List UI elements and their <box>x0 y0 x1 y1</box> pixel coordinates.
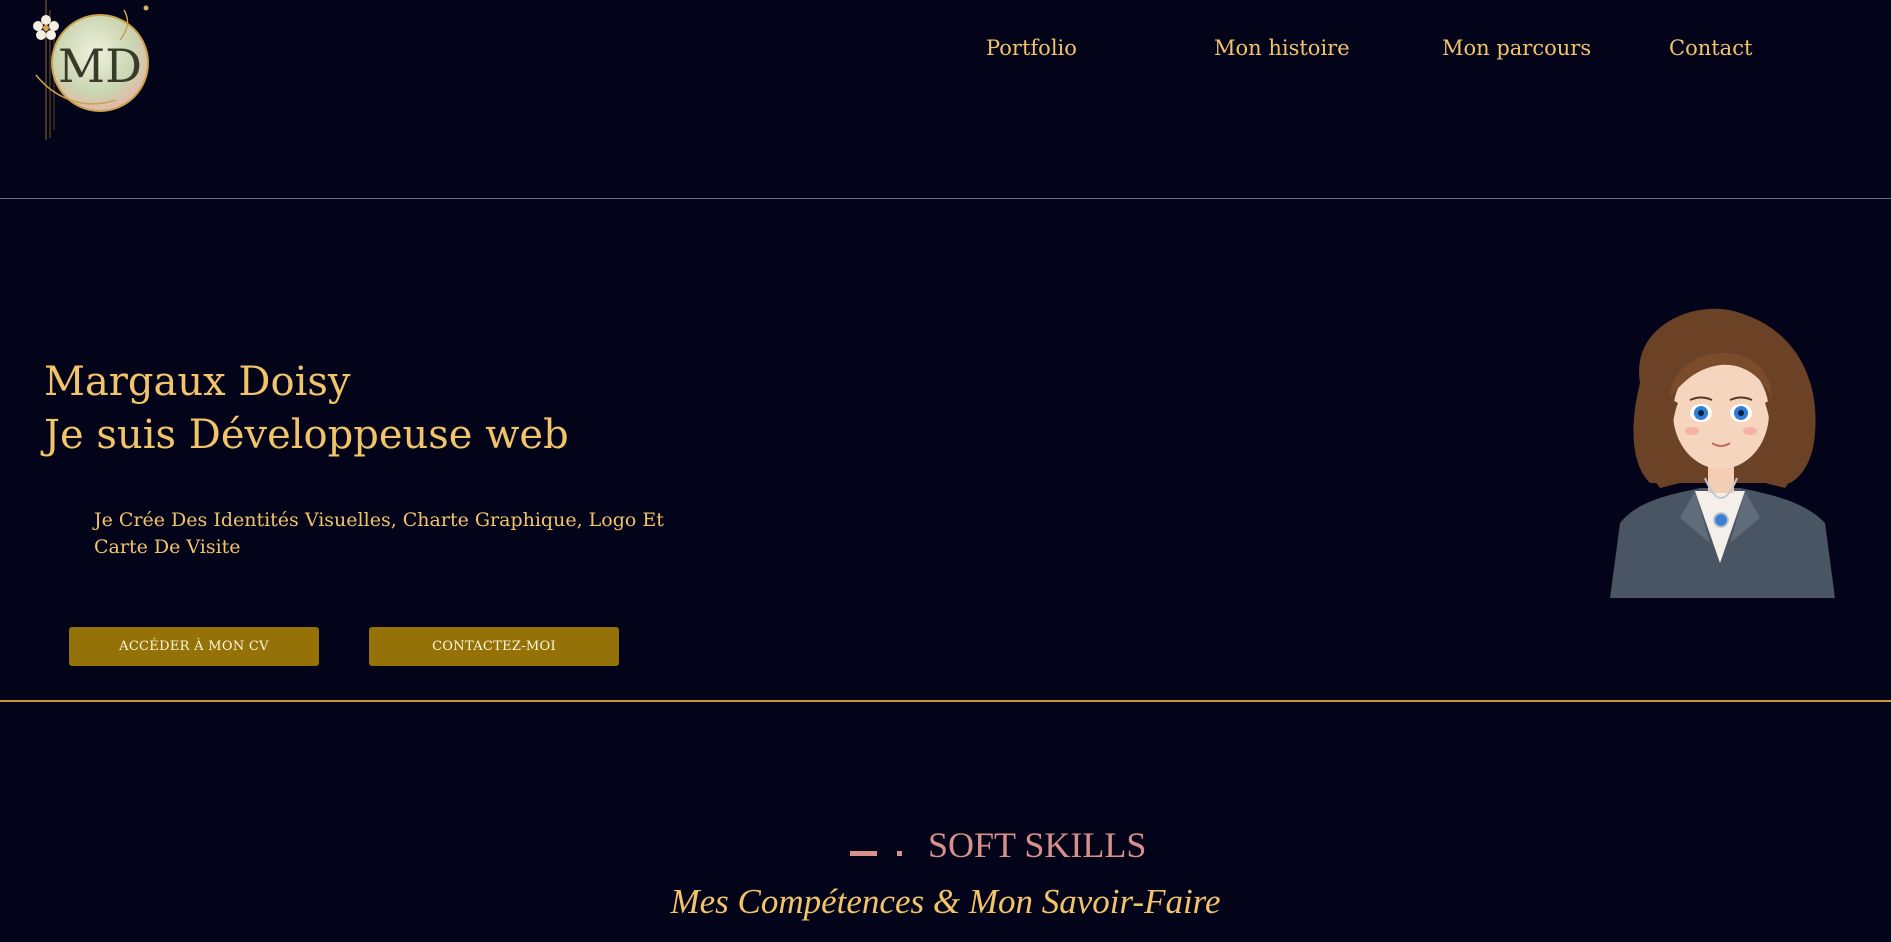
soft-skills-section: SOFT SKILLS Mes Compétences & Mon Savoir… <box>0 702 1891 942</box>
site-header: MD Portfolio Mon histoire Mon parcours C… <box>0 0 1891 199</box>
soft-skills-label: SOFT SKILLS <box>928 825 1147 865</box>
nav-item-mon-histoire[interactable]: Mon histoire <box>1214 36 1350 60</box>
nav-item-contact[interactable]: Contact <box>1669 36 1752 60</box>
decorative-dash-icon <box>850 851 877 856</box>
nav-item-portfolio[interactable]: Portfolio <box>986 36 1077 60</box>
avatar-illustration-icon <box>1610 308 1835 598</box>
cv-button[interactable]: ACCÉDER À MON CV <box>69 627 319 666</box>
main-nav: Portfolio Mon histoire Mon parcours Cont… <box>0 36 1891 66</box>
hero-name: Margaux Doisy <box>44 359 351 405</box>
soft-skills-subtitle: Mes Compétences & Mon Savoir-Faire <box>670 882 1221 921</box>
logo-emblem-icon: MD <box>33 0 149 140</box>
hero-description: Je Crée Des Identités Visuelles, Charte … <box>94 509 664 558</box>
avatar <box>1600 303 1840 598</box>
contact-button[interactable]: CONTACTEZ-MOI <box>369 627 619 666</box>
hero-section: Margaux Doisy Je suis Développeuse web J… <box>0 199 1891 702</box>
hero-role: Je suis Développeuse web <box>44 412 569 458</box>
decorative-dot-icon <box>897 851 902 856</box>
page: MD Portfolio Mon histoire Mon parcours C… <box>0 0 1891 942</box>
site-logo[interactable]: MD <box>26 0 156 140</box>
nav-item-mon-parcours[interactable]: Mon parcours <box>1442 36 1591 60</box>
hero-title: Margaux Doisy Je suis Développeuse web <box>44 356 569 462</box>
